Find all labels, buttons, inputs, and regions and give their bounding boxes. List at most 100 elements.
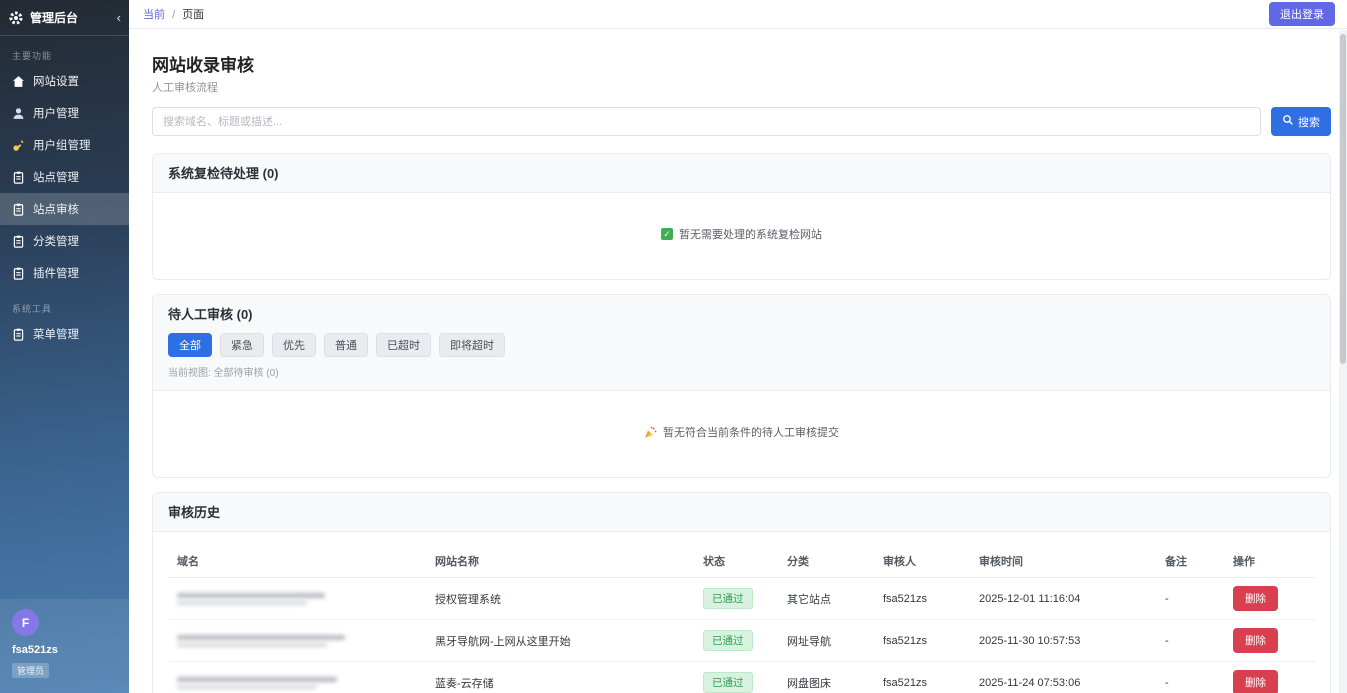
- manual-review-empty-state: 暂无符合当前条件的待人工审核提交: [153, 391, 1330, 477]
- main-area: 当前 / 页面 退出登录 网站收录审核 人工审核流程 搜索: [129, 0, 1347, 693]
- history-card: 审核历史 域名 网站名称 状态 分类 审核人 审核时间 备注: [152, 492, 1331, 693]
- manual-review-card: 待人工审核 (0) 全部 紧急 优先 普通 已超时 即将超时 当前视图: 全部待…: [152, 294, 1331, 478]
- sidebar-item-label: 菜单管理: [33, 326, 79, 342]
- history-card-header: 审核历史: [153, 493, 1330, 532]
- key-icon: [12, 139, 25, 152]
- remark: -: [1157, 620, 1225, 662]
- sidebar-item-category-management[interactable]: 分类管理: [0, 225, 129, 257]
- status-badge: 已通过: [703, 588, 753, 609]
- filter-chip-overdue[interactable]: 已超时: [376, 333, 431, 357]
- filter-chip-normal[interactable]: 普通: [324, 333, 368, 357]
- manual-review-empty-text: 暂无符合当前条件的待人工审核提交: [663, 424, 839, 440]
- review-time: 2025-11-30 10:57:53: [971, 620, 1157, 662]
- reviewer: fsa521zs: [875, 620, 971, 662]
- page-content: 网站收录审核 人工审核流程 搜索 系统复检待处理 (0) ✓ 暂无需要: [129, 29, 1347, 693]
- search-button-label: 搜索: [1298, 114, 1320, 130]
- sidebar-item-site-review[interactable]: 站点审核: [0, 193, 129, 225]
- history-table: 域名 网站名称 状态 分类 审核人 审核时间 备注 操作: [169, 545, 1315, 693]
- delete-button[interactable]: 删除: [1233, 670, 1278, 693]
- remark: -: [1157, 578, 1225, 620]
- clipboard-icon: [12, 267, 25, 280]
- col-header-remark: 备注: [1157, 545, 1225, 578]
- domain-redacted: [169, 662, 427, 693]
- search-input[interactable]: [152, 107, 1261, 136]
- app-title: 管理后台: [30, 9, 78, 26]
- recheck-card-header: 系统复检待处理 (0): [153, 154, 1330, 193]
- filter-chip-urgent[interactable]: 紧急: [220, 333, 264, 357]
- gear-icon: [8, 10, 24, 26]
- search-row: 搜索: [152, 107, 1331, 136]
- filter-chip-all[interactable]: 全部: [168, 333, 212, 357]
- home-icon: [12, 75, 25, 88]
- search-icon: [1282, 114, 1294, 129]
- recheck-empty-state: ✓ 暂无需要处理的系统复检网站: [153, 193, 1330, 279]
- scrollbar-thumb[interactable]: [1340, 34, 1346, 364]
- clipboard-icon: [12, 203, 25, 216]
- sidebar-item-plugin-management[interactable]: 插件管理: [0, 257, 129, 289]
- avatar: F: [12, 609, 39, 636]
- sidebar-item-label: 用户组管理: [33, 137, 91, 153]
- sidebar-item-site-management[interactable]: 站点管理: [0, 161, 129, 193]
- col-header-name: 网站名称: [427, 545, 695, 578]
- col-header-reviewer: 审核人: [875, 545, 971, 578]
- sidebar-item-label: 用户管理: [33, 105, 79, 121]
- search-button[interactable]: 搜索: [1271, 107, 1331, 136]
- view-caption: 当前视图: 全部待审核 (0): [168, 364, 1315, 381]
- manual-review-card-header: 待人工审核 (0) 全部 紧急 优先 普通 已超时 即将超时 当前视图: 全部待…: [153, 295, 1330, 391]
- reviewer: fsa521zs: [875, 662, 971, 693]
- sidebar-user-panel: F fsa521zs 管理员: [0, 599, 129, 693]
- page-title: 网站收录审核: [152, 51, 1331, 76]
- category: 其它站点: [779, 578, 875, 620]
- recheck-empty-text: 暂无需要处理的系统复检网站: [679, 226, 822, 242]
- filter-chips: 全部 紧急 优先 普通 已超时 即将超时: [168, 333, 1315, 357]
- delete-button[interactable]: 删除: [1233, 586, 1278, 611]
- review-time: 2025-12-01 11:16:04: [971, 578, 1157, 620]
- review-time: 2025-11-24 07:53:06: [971, 662, 1157, 693]
- sidebar-item-label: 插件管理: [33, 265, 79, 281]
- sidebar-item-label: 分类管理: [33, 233, 79, 249]
- category: 网盘图床: [779, 662, 875, 693]
- table-row: 黑牙导航网-上网从这里开始 已通过 网址导航 fsa521zs 2025-11-…: [169, 620, 1315, 662]
- remark: -: [1157, 662, 1225, 693]
- delete-button[interactable]: 删除: [1233, 628, 1278, 653]
- col-header-action: 操作: [1225, 545, 1315, 578]
- clipboard-icon: [12, 171, 25, 184]
- sidebar-item-user-group-management[interactable]: 用户组管理: [0, 129, 129, 161]
- sidebar-section-main: 主要功能: [0, 36, 129, 65]
- app-window: 管理后台 ‹ 主要功能 网站设置 用户管理 用户组管理 站点管理: [0, 0, 1347, 693]
- site-name: 授权管理系统: [427, 578, 695, 620]
- logout-button[interactable]: 退出登录: [1269, 2, 1335, 26]
- manual-review-card-title: 待人工审核 (0): [168, 307, 253, 322]
- sidebar-header: 管理后台 ‹: [0, 0, 129, 36]
- status-badge: 已通过: [703, 672, 753, 693]
- recheck-card: 系统复检待处理 (0) ✓ 暂无需要处理的系统复检网站: [152, 153, 1331, 280]
- table-row: 授权管理系统 已通过 其它站点 fsa521zs 2025-12-01 11:1…: [169, 578, 1315, 620]
- history-card-title: 审核历史: [168, 505, 220, 520]
- check-icon: ✓: [661, 228, 673, 240]
- sidebar-item-label: 网站设置: [33, 73, 79, 89]
- sidebar-collapse-icon[interactable]: ‹: [117, 11, 121, 24]
- sidebar-item-menu-management[interactable]: 菜单管理: [0, 318, 129, 350]
- topbar: 当前 / 页面 退出登录: [129, 0, 1347, 29]
- page-subtitle: 人工审核流程: [152, 79, 1331, 95]
- sidebar-item-user-management[interactable]: 用户管理: [0, 97, 129, 129]
- scrollbar-track: [1339, 30, 1347, 693]
- user-icon: [12, 107, 25, 120]
- username: fsa521zs: [12, 644, 117, 656]
- breadcrumb-separator: /: [172, 9, 175, 21]
- clipboard-icon: [12, 235, 25, 248]
- filter-chip-priority[interactable]: 优先: [272, 333, 316, 357]
- breadcrumb-current[interactable]: 当前: [143, 9, 165, 21]
- status-badge: 已通过: [703, 630, 753, 651]
- sidebar-item-site-settings[interactable]: 网站设置: [0, 65, 129, 97]
- site-name: 蓝奏-云存储: [427, 662, 695, 693]
- filter-chip-near-overdue[interactable]: 即将超时: [439, 333, 505, 357]
- history-table-wrap: 域名 网站名称 状态 分类 审核人 审核时间 备注 操作: [153, 532, 1330, 693]
- recheck-card-title: 系统复检待处理 (0): [168, 166, 279, 181]
- sidebar-item-label: 站点管理: [33, 169, 79, 185]
- domain-redacted: [169, 578, 427, 620]
- col-header-time: 审核时间: [971, 545, 1157, 578]
- sidebar-section-tools: 系统工具: [0, 289, 129, 318]
- table-row: 蓝奏-云存储 已通过 网盘图床 fsa521zs 2025-11-24 07:5…: [169, 662, 1315, 693]
- site-name: 黑牙导航网-上网从这里开始: [427, 620, 695, 662]
